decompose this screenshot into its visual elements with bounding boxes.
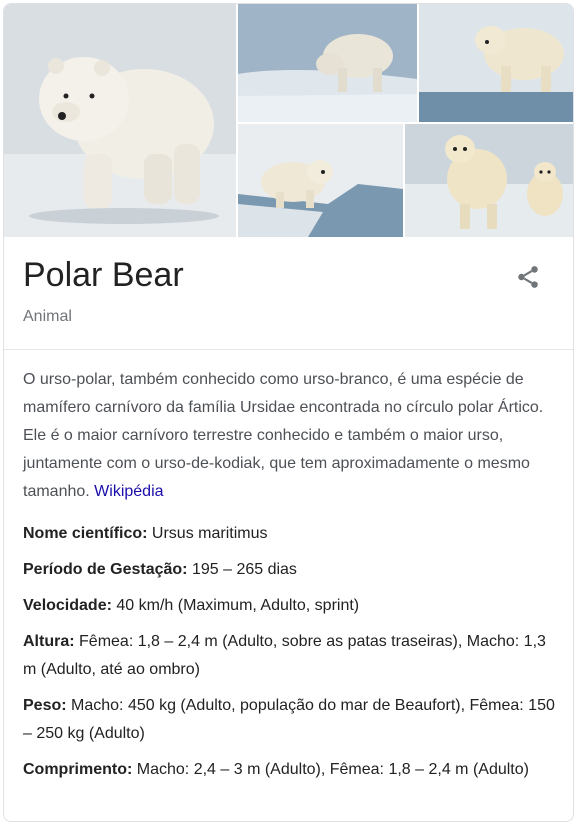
share-button[interactable] <box>510 259 546 295</box>
wikipedia-link[interactable]: Wikipédia <box>94 483 163 500</box>
polar-bear-photo-3[interactable] <box>419 4 573 122</box>
description-text: O urso-polar, também conhecido como urso… <box>23 371 544 500</box>
fact-speed: Velocidade: 40 km/h (Maximum, Adulto, sp… <box>23 592 557 620</box>
fact-value: 195 – 265 dias <box>191 561 297 578</box>
fact-weight: Peso: Macho: 450 kg (Adulto, população d… <box>23 692 557 748</box>
panel-header: Polar Bear Animal <box>4 237 573 350</box>
fact-value[interactable]: Ursus maritimus <box>152 525 268 542</box>
polar-bear-photo-4[interactable] <box>238 124 403 237</box>
fact-scientific-name: Nome científico: Ursus maritimus <box>23 520 557 548</box>
fact-value: 40 km/h (Maximum, Adulto, sprint) <box>116 597 360 614</box>
fact-label[interactable]: Peso: <box>23 697 67 714</box>
entity-description: O urso-polar, também conhecido como urso… <box>23 366 557 506</box>
knowledge-panel: Polar Bear Animal O urso-polar, também c… <box>3 3 574 822</box>
polar-bear-photo-2[interactable] <box>238 4 417 122</box>
share-icon <box>518 266 538 288</box>
fact-label[interactable]: Altura: <box>23 633 75 650</box>
polar-bear-photo-main[interactable] <box>4 4 236 237</box>
fact-label[interactable]: Comprimento: <box>23 761 132 778</box>
fact-value: Macho: 2,4 – 3 m (Adulto), Fêmea: 1,8 – … <box>136 761 529 778</box>
fact-height: Altura: Fêmea: 1,8 – 2,4 m (Adulto, sobr… <box>23 628 557 684</box>
photo-grid <box>4 4 573 237</box>
entity-subtitle: Animal <box>23 308 72 325</box>
fact-label[interactable]: Nome científico: <box>23 525 147 542</box>
facts-list: Nome científico: Ursus maritimus Período… <box>23 520 557 792</box>
fact-label[interactable]: Período de Gestação: <box>23 561 188 578</box>
fact-label[interactable]: Velocidade: <box>23 597 112 614</box>
fact-value: Fêmea: 1,8 – 2,4 m (Adulto, sobre as pat… <box>23 633 546 678</box>
fact-gestation-period: Período de Gestação: 195 – 265 dias <box>23 556 557 584</box>
fact-length: Comprimento: Macho: 2,4 – 3 m (Adulto), … <box>23 756 557 784</box>
fact-value: Macho: 450 kg (Adulto, população do mar … <box>23 697 555 742</box>
entity-title: Polar Bear <box>23 256 184 294</box>
polar-bear-photo-5[interactable] <box>405 124 573 237</box>
